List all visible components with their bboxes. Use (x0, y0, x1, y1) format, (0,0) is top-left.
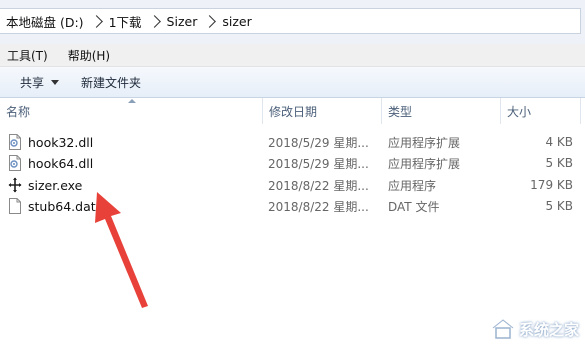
header-modified[interactable]: 修改日期 (263, 98, 381, 124)
watermark-logo-icon (492, 318, 514, 339)
breadcrumb-drive[interactable]: 本地磁盘 (D:) (6, 12, 84, 31)
menu-tools[interactable]: 工具(T) (0, 47, 55, 64)
file-name-cell: hook64.dll (8, 152, 93, 174)
dll-file-icon (9, 155, 21, 171)
new-folder-button[interactable]: 新建文件夹 (81, 74, 141, 91)
move-arrows-icon (8, 177, 22, 193)
file-type: 应用程序 (388, 178, 437, 193)
header-name[interactable]: 名称 (0, 98, 262, 124)
file-type: 应用程序扩展 (388, 156, 461, 171)
file-row[interactable]: hook32.dll 2018/5/29 星期... 应用程序扩展 4 KB (0, 131, 585, 153)
file-name-cell: stub64.dat (8, 195, 96, 217)
file-row[interactable]: hook64.dll 2018/5/29 星期... 应用程序扩展 5 KB (0, 152, 585, 174)
file-modified: 2018/5/29 星期... (268, 135, 369, 150)
file-modified: 2018/5/29 星期... (268, 156, 369, 171)
header-name-label: 名称 (6, 104, 31, 119)
dll-file-icon (9, 134, 21, 150)
address-bar-area: 本地磁盘 (D:) 1下载 Sizer sizer (0, 0, 585, 44)
column-divider[interactable] (580, 98, 581, 124)
column-headers: 名称 修改日期 类型 大小 (0, 98, 585, 124)
watermark: 系统之家 (491, 318, 579, 340)
header-modified-label: 修改日期 (269, 104, 318, 119)
header-type[interactable]: 类型 (382, 98, 500, 124)
breadcrumb-download[interactable]: 1下载 (109, 12, 142, 31)
file-name-cell: hook32.dll (8, 131, 93, 153)
breadcrumb-sizer[interactable]: sizer (222, 14, 251, 29)
menu-help[interactable]: 帮助(H) (61, 47, 117, 64)
new-folder-label: 新建文件夹 (81, 75, 142, 90)
share-label: 共享 (20, 75, 45, 90)
breadcrumb-sizer-parent[interactable]: Sizer (167, 14, 198, 29)
file-modified: 2018/8/22 星期... (268, 178, 369, 193)
watermark-text: 系统之家 (518, 320, 579, 339)
header-size[interactable]: 大小 (501, 98, 581, 124)
file-row[interactable]: sizer.exe 2018/8/22 星期... 应用程序 179 KB (0, 174, 585, 196)
file-type: DAT 文件 (388, 199, 440, 214)
dropdown-arrow-icon (51, 79, 60, 85)
file-type: 应用程序扩展 (388, 135, 461, 150)
command-toolbar: 共享 新建文件夹 (0, 67, 585, 98)
file-row[interactable]: stub64.dat 2018/8/22 星期... DAT 文件 5 KB (0, 195, 585, 217)
file-name: sizer.exe (28, 177, 83, 193)
menu-bar: 工具(T) 帮助(H) (0, 44, 585, 67)
file-name: hook32.dll (28, 134, 94, 150)
share-button[interactable]: 共享 (20, 74, 60, 91)
breadcrumb-separator-icon[interactable] (203, 14, 217, 28)
file-size: 4 KB (545, 135, 573, 149)
file-size: 5 KB (545, 156, 573, 170)
file-name: stub64.dat (28, 198, 96, 214)
file-name-cell: sizer.exe (8, 174, 82, 196)
file-size: 179 KB (530, 178, 573, 192)
header-type-label: 类型 (388, 104, 413, 119)
address-bar[interactable]: 本地磁盘 (D:) 1下载 Sizer sizer (0, 8, 581, 34)
breadcrumb-separator-icon[interactable] (147, 14, 161, 28)
file-size: 5 KB (545, 199, 573, 213)
blank-file-icon (9, 198, 21, 214)
file-modified: 2018/8/22 星期... (268, 199, 369, 214)
header-size-label: 大小 (507, 104, 532, 119)
file-name: hook64.dll (28, 155, 94, 171)
breadcrumb-separator-icon[interactable] (89, 14, 103, 28)
